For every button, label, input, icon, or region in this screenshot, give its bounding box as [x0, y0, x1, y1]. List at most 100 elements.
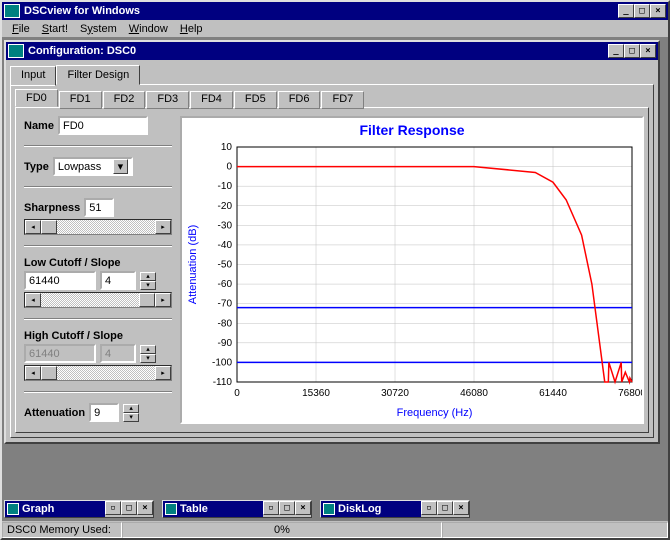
config-maximize-button[interactable]: □ [624, 44, 640, 58]
spin-up-icon[interactable]: ▴ [140, 272, 156, 281]
mini-graph-window[interactable]: Graph ▫ □ × [4, 500, 154, 518]
divider [24, 318, 172, 320]
scroll-left-icon[interactable]: ◂ [25, 220, 41, 234]
statusbar: DSC0 Memory Used: 0% [2, 520, 668, 538]
divider [24, 245, 172, 247]
menu-file[interactable]: File [6, 21, 36, 37]
mini-restore-button[interactable]: ▫ [105, 501, 121, 515]
scroll-left-icon[interactable]: ◂ [25, 293, 41, 307]
svg-text:-50: -50 [218, 260, 233, 271]
mini-restore-button[interactable]: ▫ [263, 501, 279, 515]
fd-tab-fd2[interactable]: FD2 [103, 91, 146, 109]
svg-text:Attenuation (dB): Attenuation (dB) [187, 225, 199, 305]
mini-max-button[interactable]: □ [279, 501, 295, 515]
svg-text:-60: -60 [218, 279, 233, 290]
type-select[interactable]: Lowpass ▾ [53, 157, 133, 176]
svg-text:-110: -110 [213, 377, 233, 388]
svg-text:-80: -80 [218, 318, 233, 329]
fd-tab-fd5[interactable]: FD5 [234, 91, 277, 109]
high-scroll[interactable]: ◂ ▸ [24, 365, 172, 381]
name-input[interactable] [58, 116, 148, 135]
mdi-client: Configuration: DSC0 _ □ × Input Filter D… [2, 38, 668, 520]
maximize-button[interactable]: □ [634, 4, 650, 18]
fd-tab-fd4[interactable]: FD4 [190, 91, 233, 109]
chart-svg: 100-10-20-30-40-50-60-70-80-90-100-11001… [182, 142, 642, 422]
scroll-right-icon[interactable]: ▸ [155, 220, 171, 234]
name-label: Name [24, 120, 54, 132]
high-cutoff-label: High Cutoff / Slope [24, 330, 123, 342]
divider [24, 391, 172, 393]
mini-table-window[interactable]: Table ▫ □ × [162, 500, 312, 518]
type-value: Lowpass [58, 161, 101, 173]
config-minimize-button[interactable]: _ [608, 44, 624, 58]
menu-start[interactable]: Start! [36, 21, 74, 37]
disklog-icon [323, 503, 335, 515]
scroll-right-icon[interactable]: ▸ [155, 293, 171, 307]
mini-max-button[interactable]: □ [437, 501, 453, 515]
mini-max-button[interactable]: □ [121, 501, 137, 515]
low-cutoff-input[interactable] [24, 271, 96, 290]
svg-text:-40: -40 [218, 240, 233, 251]
spin-down-icon[interactable]: ▾ [140, 354, 156, 363]
fd-tab-fd0[interactable]: FD0 [15, 89, 58, 107]
svg-text:61440: 61440 [539, 388, 567, 399]
sharpness-scroll[interactable]: ◂ ▸ [24, 219, 172, 235]
svg-text:30720: 30720 [381, 388, 409, 399]
svg-text:0: 0 [226, 162, 232, 173]
mini-close-button[interactable]: × [295, 501, 311, 515]
svg-text:15360: 15360 [302, 388, 330, 399]
tab-input[interactable]: Input [10, 66, 56, 86]
svg-text:0: 0 [234, 388, 240, 399]
status-mem-value: 0% [122, 522, 442, 538]
mini-restore-button[interactable]: ▫ [421, 501, 437, 515]
config-icon [8, 44, 24, 58]
type-label: Type [24, 161, 49, 173]
spin-down-icon[interactable]: ▾ [123, 413, 139, 422]
tab-filter-design[interactable]: Filter Design [56, 65, 140, 85]
fd-content: Name Type Lowpass ▾ [15, 107, 649, 433]
divider [24, 145, 172, 147]
menu-window[interactable]: Window [123, 21, 174, 37]
divider [24, 186, 172, 188]
scroll-left-icon[interactable]: ◂ [25, 366, 41, 380]
main-tabstrip: Input Filter Design [6, 60, 658, 84]
fd-tabstrip: FD0FD1FD2FD3FD4FD5FD6FD7 [15, 89, 649, 107]
minimize-button[interactable]: _ [618, 4, 634, 18]
fd-tab-fd7[interactable]: FD7 [321, 91, 364, 109]
close-button[interactable]: × [650, 4, 666, 18]
config-title: Configuration: DSC0 [28, 45, 608, 57]
spin-up-icon[interactable]: ▴ [123, 404, 139, 413]
status-mem-label: DSC0 Memory Used: [2, 522, 122, 538]
mini-close-button[interactable]: × [137, 501, 153, 515]
fd-tab-fd3[interactable]: FD3 [146, 91, 189, 109]
dropdown-icon[interactable]: ▾ [113, 159, 128, 174]
spin-down-icon[interactable]: ▾ [140, 281, 156, 290]
scroll-right-icon[interactable]: ▸ [155, 366, 171, 380]
high-slope-input [100, 344, 136, 363]
config-close-button[interactable]: × [640, 44, 656, 58]
app-title: DSCview for Windows [24, 5, 618, 17]
menu-system[interactable]: System [74, 21, 123, 37]
menu-help[interactable]: Help [174, 21, 209, 37]
mini-disklog-window[interactable]: DiskLog ▫ □ × [320, 500, 470, 518]
fd-tab-fd1[interactable]: FD1 [59, 91, 102, 109]
low-slope-input[interactable] [100, 271, 136, 290]
app-icon [4, 4, 20, 18]
svg-text:-90: -90 [218, 338, 233, 349]
attenuation-input[interactable] [89, 403, 119, 422]
low-scroll[interactable]: ◂ ▸ [24, 292, 172, 308]
filter-form: Name Type Lowpass ▾ [24, 116, 172, 424]
spin-up-icon[interactable]: ▴ [140, 345, 156, 354]
status-spacer [442, 522, 668, 538]
config-titlebar: Configuration: DSC0 _ □ × [6, 42, 658, 60]
app-titlebar: DSCview for Windows _ □ × [2, 2, 668, 20]
svg-text:-20: -20 [218, 201, 233, 212]
chart-title: Filter Response [182, 118, 642, 142]
svg-text:-70: -70 [218, 299, 233, 310]
svg-text:46080: 46080 [460, 388, 488, 399]
svg-text:-10: -10 [218, 181, 233, 192]
sharpness-input[interactable] [84, 198, 114, 217]
mini-close-button[interactable]: × [453, 501, 469, 515]
fd-tab-fd6[interactable]: FD6 [278, 91, 321, 109]
config-window: Configuration: DSC0 _ □ × Input Filter D… [4, 40, 660, 444]
